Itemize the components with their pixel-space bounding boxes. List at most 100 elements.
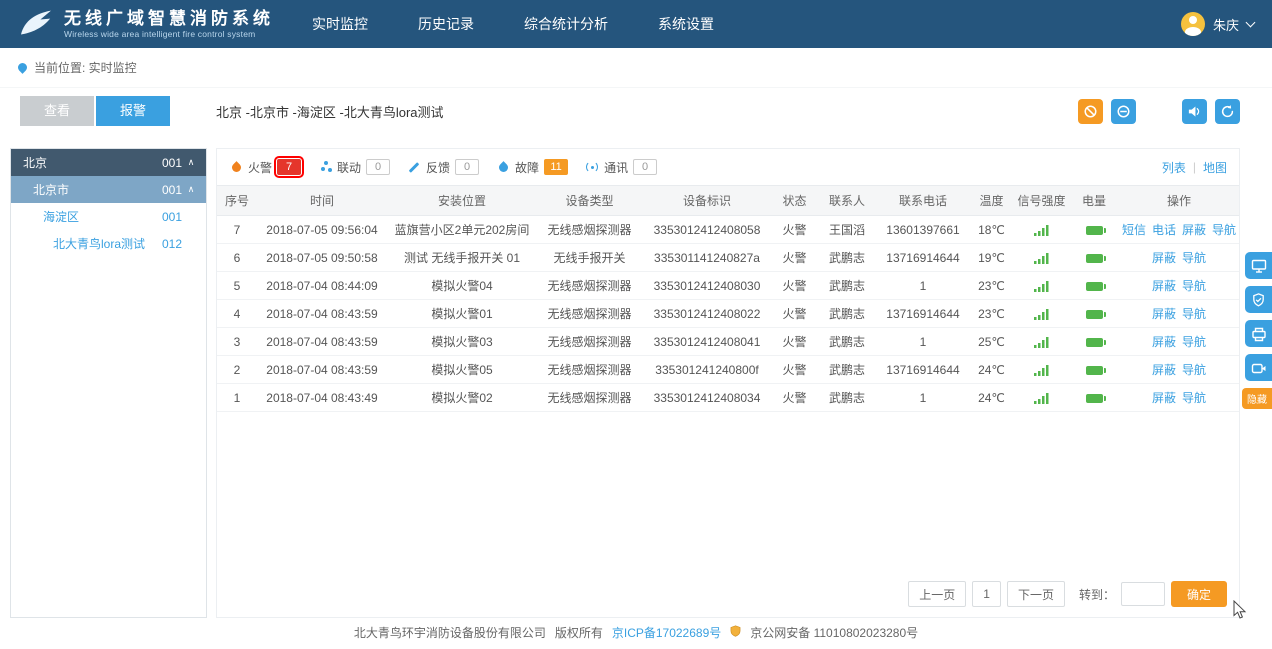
row-location: 模拟火警03 — [387, 328, 537, 356]
table-row: 62018-07-05 09:50:58测试 无线手报开关 01无线手报开关33… — [217, 244, 1239, 272]
flame-icon — [229, 160, 243, 174]
table-row: 22018-07-04 08:43:59模拟火警05无线感烟探测器3353012… — [217, 356, 1239, 384]
location-pin-icon — [16, 61, 29, 74]
confirm-button[interactable]: 确定 — [1171, 581, 1227, 607]
action-link[interactable]: 屏蔽 — [1152, 251, 1176, 265]
action-link[interactable]: 导航 — [1182, 307, 1206, 321]
row-no: 6 — [217, 244, 257, 272]
row-device-type: 无线感烟探测器 — [537, 300, 642, 328]
nav-item[interactable]: 实时监控 — [312, 14, 368, 34]
column-header: 联系电话 — [877, 186, 969, 216]
row-actions: 屏蔽导航 — [1119, 384, 1239, 412]
action-link[interactable]: 电话 — [1152, 223, 1176, 237]
column-header: 温度 — [969, 186, 1014, 216]
row-battery — [1069, 356, 1119, 384]
page-number-button[interactable]: 1 — [972, 581, 1001, 607]
action-link[interactable]: 屏蔽 — [1152, 335, 1176, 349]
user-avatar — [1181, 12, 1205, 36]
row-time: 2018-07-04 08:44:09 — [257, 272, 387, 300]
action-link[interactable]: 屏蔽 — [1182, 223, 1206, 237]
security-shield-button[interactable] — [1245, 286, 1272, 313]
row-battery — [1069, 272, 1119, 300]
app-header: 无线广域智慧消防系统 Wireless wide area intelligen… — [0, 0, 1272, 48]
filter-item[interactable]: 通讯 0 — [585, 159, 657, 176]
battery-icon — [1086, 282, 1103, 291]
column-header: 安装位置 — [387, 186, 537, 216]
row-contact: 武鹏志 — [817, 384, 877, 412]
fault-icon — [496, 160, 510, 174]
row-signal — [1014, 272, 1069, 300]
signal-strength-icon — [1034, 309, 1049, 320]
camera-button[interactable] — [1245, 354, 1272, 381]
row-battery — [1069, 244, 1119, 272]
action-link[interactable]: 导航 — [1182, 279, 1206, 293]
user-menu[interactable]: 朱庆 — [1181, 12, 1254, 36]
minimize-alarm-button[interactable] — [1111, 99, 1136, 124]
row-signal — [1014, 300, 1069, 328]
action-link[interactable]: 屏蔽 — [1152, 307, 1176, 321]
row-phone: 13716914644 — [877, 300, 969, 328]
mute-alarm-button[interactable] — [1078, 99, 1103, 124]
row-device-id: 3353012412408041 — [642, 328, 772, 356]
battery-icon — [1086, 338, 1103, 347]
row-device-id: 3353012412408030 — [642, 272, 772, 300]
signal-strength-icon — [1034, 225, 1049, 236]
tree-item[interactable]: 北京市001∧ — [11, 176, 206, 203]
action-link[interactable]: 导航 — [1182, 391, 1206, 405]
page-footer: 北大青鸟环宇消防设备股份有限公司 版权所有 京ICP备17022689号 京公网… — [0, 624, 1272, 641]
row-status: 火警 — [772, 328, 817, 356]
row-temperature: 23℃ — [969, 272, 1014, 300]
filter-item[interactable]: 火警7 — [229, 159, 301, 176]
filter-count-badge: 0 — [633, 159, 657, 175]
filter-item[interactable]: 反馈0 — [407, 159, 479, 176]
tab-alarm[interactable]: 报警 — [96, 96, 170, 126]
goto-label: 转到： — [1079, 586, 1115, 603]
view-map-link[interactable]: 地图 — [1203, 159, 1227, 176]
row-actions: 屏蔽导航 — [1119, 300, 1239, 328]
action-link[interactable]: 导航 — [1182, 251, 1206, 265]
nav-item[interactable]: 综合统计分析 — [524, 14, 608, 34]
refresh-button[interactable] — [1215, 99, 1240, 124]
action-link[interactable]: 导航 — [1212, 223, 1236, 237]
monitor-button[interactable] — [1245, 252, 1272, 279]
row-device-id: 3353012412408034 — [642, 384, 772, 412]
caret-up-icon: ∧ — [182, 184, 200, 195]
tree-item-label: 北大青鸟lora测试 — [53, 235, 145, 252]
action-link[interactable]: 短信 — [1122, 223, 1146, 237]
user-name: 朱庆 — [1213, 15, 1239, 34]
filter-label: 通讯 — [604, 159, 628, 176]
tree-item[interactable]: 北大青鸟lora测试012 — [11, 230, 206, 257]
action-link[interactable]: 导航 — [1182, 335, 1206, 349]
filter-count-badge: 11 — [544, 159, 568, 175]
filter-item[interactable]: 联动0 — [318, 159, 390, 176]
row-device-type: 无线感烟探测器 — [537, 216, 642, 244]
hide-toolbar-tag[interactable]: 隐藏 — [1242, 388, 1272, 409]
prev-page-button[interactable]: 上一页 — [908, 581, 966, 607]
row-temperature: 23℃ — [969, 300, 1014, 328]
next-page-button[interactable]: 下一页 — [1007, 581, 1065, 607]
column-header: 时间 — [257, 186, 387, 216]
battery-icon — [1086, 366, 1103, 375]
action-link[interactable]: 导航 — [1182, 363, 1206, 377]
filter-item[interactable]: 故障11 — [496, 159, 568, 176]
footer-copyright: 版权所有 — [555, 624, 603, 641]
action-link[interactable]: 屏蔽 — [1152, 279, 1176, 293]
row-time: 2018-07-04 08:43:59 — [257, 328, 387, 356]
row-battery — [1069, 300, 1119, 328]
view-list-link[interactable]: 列表 — [1162, 159, 1186, 176]
nav-item[interactable]: 历史记录 — [418, 14, 474, 34]
action-link[interactable]: 屏蔽 — [1152, 391, 1176, 405]
column-header: 状态 — [772, 186, 817, 216]
tab-view[interactable]: 查看 — [20, 96, 94, 126]
goto-page-input[interactable] — [1121, 582, 1165, 606]
signal-strength-icon — [1034, 393, 1049, 404]
printer-device-button[interactable] — [1245, 320, 1272, 347]
app-logo: 无线广域智慧消防系统 Wireless wide area intelligen… — [18, 8, 274, 41]
action-link[interactable]: 屏蔽 — [1152, 363, 1176, 377]
tree-item[interactable]: 北京001∧ — [11, 149, 206, 176]
tree-item[interactable]: 海淀区001 — [11, 203, 206, 230]
speaker-button[interactable] — [1182, 99, 1207, 124]
icp-link[interactable]: 京ICP备17022689号 — [612, 624, 721, 641]
row-actions: 短信电话屏蔽导航 — [1119, 216, 1239, 244]
nav-item[interactable]: 系统设置 — [658, 14, 714, 34]
